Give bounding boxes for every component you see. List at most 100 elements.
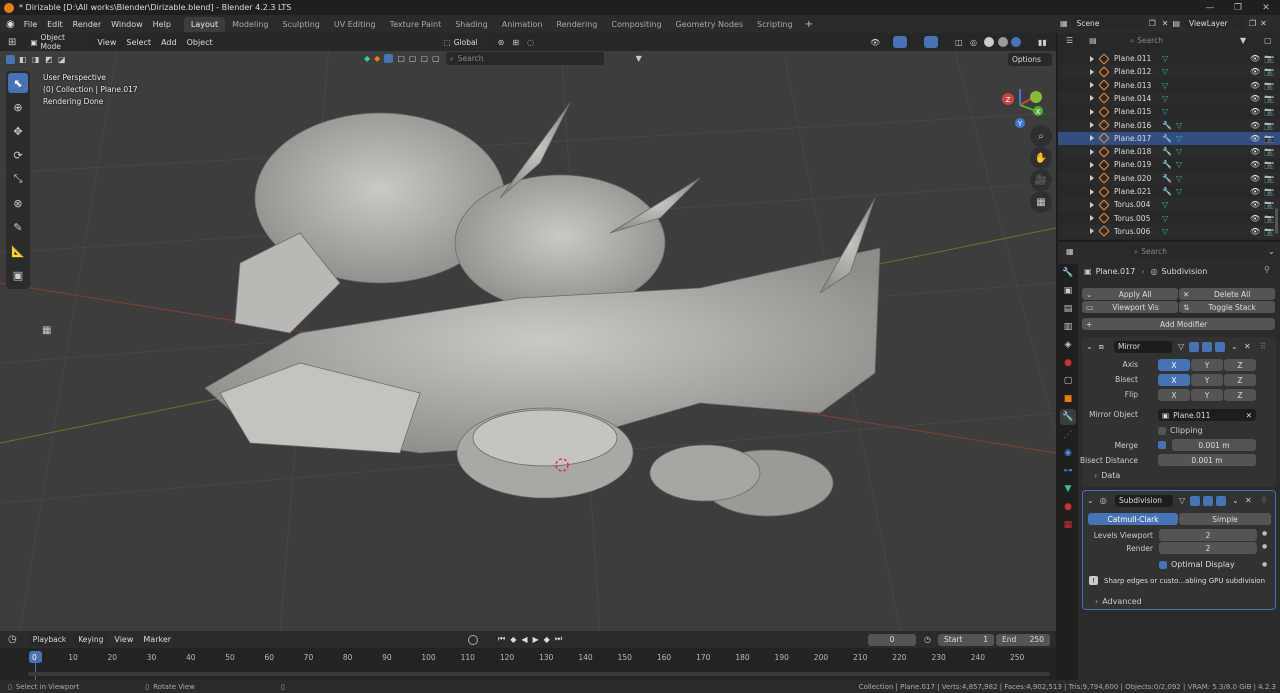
select-invert-icon[interactable]: ◩: [45, 55, 53, 64]
timeline-scrollbar[interactable]: [28, 672, 1050, 676]
tab-layout[interactable]: Layout: [183, 16, 226, 32]
flip-y-toggle[interactable]: Y: [1191, 389, 1223, 401]
visibility-eye-icon[interactable]: 👁: [1250, 134, 1260, 143]
menu-view[interactable]: View: [92, 38, 121, 47]
select-subtract-icon[interactable]: ◨: [32, 55, 40, 64]
outliner-row[interactable]: Torus.005 ▽ 👁 📷: [1058, 212, 1280, 225]
visibility-eye-icon[interactable]: 👁: [1250, 174, 1260, 183]
mesh-data-icon[interactable]: ▽: [1162, 200, 1168, 209]
tool-settings-icon[interactable]: ▦: [42, 325, 51, 336]
mirror-object-clear-icon[interactable]: ✕: [1246, 411, 1252, 420]
merge-check-icon[interactable]: [1158, 441, 1166, 449]
merge-distance-field[interactable]: 0.001 m: [1172, 439, 1256, 451]
mesh-data-icon[interactable]: ▽: [1162, 107, 1168, 116]
material-tab-icon[interactable]: ●: [1060, 499, 1076, 515]
bisect-z-toggle[interactable]: Z: [1224, 374, 1256, 386]
filter-icon-b[interactable]: ▢: [409, 54, 417, 63]
outliner-row[interactable]: Plane.011 ▽ 👁 📷: [1058, 52, 1280, 65]
modifier-wrench-icon[interactable]: 🔧: [1162, 187, 1172, 196]
render-camera-icon[interactable]: 📷: [1264, 227, 1274, 236]
timeline-menu-marker[interactable]: Marker: [138, 635, 176, 644]
tool-tab-icon[interactable]: 🔧: [1060, 265, 1076, 281]
render-camera-icon[interactable]: 📷: [1264, 94, 1274, 103]
advanced-subpanel-header[interactable]: › Advanced: [1095, 597, 1142, 606]
pan-view-icon[interactable]: ✋: [1030, 147, 1052, 169]
mesh-data-icon[interactable]: ▽: [1176, 147, 1182, 156]
jump-end-icon[interactable]: ⏭: [555, 634, 562, 644]
subdivision-collapse-icon[interactable]: ⌄: [1087, 496, 1094, 505]
expand-arrow-icon[interactable]: [1090, 122, 1094, 128]
mesh-data-icon[interactable]: ▽: [1162, 81, 1168, 90]
outliner-row[interactable]: Plane.017 🔧 ▽ 👁 📷: [1058, 131, 1280, 145]
outliner-row[interactable]: Torus.006 ▽ 👁 📷: [1058, 224, 1280, 238]
clipping-checkbox[interactable]: Clipping: [1158, 426, 1203, 435]
render-camera-icon[interactable]: 📷: [1264, 200, 1274, 209]
subdivision-render-icon[interactable]: [1216, 495, 1226, 506]
properties-editor-type-icon[interactable]: ▦: [1066, 247, 1074, 256]
flip-z-toggle[interactable]: Z: [1224, 389, 1256, 401]
filter-funnel-icon[interactable]: ▼: [636, 54, 642, 63]
pivot-icon[interactable]: ⊛: [498, 38, 505, 47]
visibility-eye-icon[interactable]: 👁: [1250, 160, 1260, 169]
filter-select-icon[interactable]: [384, 54, 394, 63]
modifier-wrench-icon[interactable]: 🔧: [1162, 121, 1172, 130]
render-camera-icon[interactable]: 📷: [1264, 54, 1274, 63]
data-subpanel-header[interactable]: › Data: [1094, 471, 1120, 480]
clipping-check-icon[interactable]: [1158, 426, 1166, 435]
visibility-eye-icon[interactable]: 👁: [1250, 200, 1260, 209]
mesh-data-icon[interactable]: ▽: [1162, 227, 1168, 236]
physics-tab-icon[interactable]: ◉: [1060, 445, 1076, 461]
subdivision-remove-icon[interactable]: ✕: [1245, 496, 1252, 505]
outliner-search-input[interactable]: ⌕ Search: [1126, 34, 1202, 47]
render-camera-icon[interactable]: 📷: [1264, 214, 1274, 223]
select-tool-icon[interactable]: ⬉: [8, 73, 28, 93]
delete-all-button[interactable]: ✕ Delete All: [1179, 288, 1275, 300]
transform-tool-icon[interactable]: ⊗: [8, 193, 28, 213]
scene-tab-icon[interactable]: ◈: [1060, 337, 1076, 353]
render-camera-icon[interactable]: 📷: [1264, 160, 1274, 169]
menu-add[interactable]: Add: [156, 38, 182, 47]
mirror-editmode-icon[interactable]: ▽: [1178, 342, 1184, 351]
shading-material-icon[interactable]: [998, 37, 1008, 47]
mirror-dropdown-icon[interactable]: ⌄: [1231, 342, 1238, 351]
jump-start-icon[interactable]: ⏮: [498, 634, 505, 644]
outliner-filter-icon[interactable]: ▼: [1240, 36, 1246, 45]
timeline-menu-view[interactable]: View: [109, 635, 138, 644]
mirror-render-icon[interactable]: [1215, 341, 1225, 352]
delete-scene-icon[interactable]: ✕: [1162, 19, 1169, 28]
overlay-toggle-icon[interactable]: [924, 36, 938, 48]
optimal-display-checkbox[interactable]: Optimal Display: [1159, 560, 1235, 569]
zoom-view-icon[interactable]: ⌕: [1030, 125, 1052, 147]
auto-keying-icon[interactable]: [468, 634, 478, 645]
outliner-row[interactable]: Torus.004 ▽ 👁 📷: [1058, 198, 1280, 212]
new-scene-icon[interactable]: ❐: [1149, 19, 1156, 28]
bisect-x-toggle[interactable]: X: [1158, 374, 1190, 386]
visibility-eye-icon[interactable]: 👁: [1250, 54, 1260, 63]
render-camera-icon[interactable]: 📷: [1264, 81, 1274, 90]
expand-arrow-icon[interactable]: [1090, 188, 1094, 195]
properties-options-icon[interactable]: ⌄: [1268, 247, 1275, 256]
outliner-row[interactable]: Plane.019 🔧 ▽ 👁 📷: [1058, 158, 1280, 171]
catmull-clark-button[interactable]: Catmull-Clark: [1088, 513, 1178, 525]
viewport-search-input[interactable]: ⌕ Search: [445, 52, 604, 65]
tab-geometry-nodes[interactable]: Geometry Nodes: [669, 17, 750, 32]
modifier-wrench-icon[interactable]: 🔧: [1162, 134, 1172, 143]
outliner-row[interactable]: Plane.012 ▽ 👁 📷: [1058, 65, 1280, 79]
filter-object-icon[interactable]: ◆: [374, 54, 380, 63]
filter-icon-d[interactable]: ▢: [432, 54, 440, 63]
visibility-icon[interactable]: 👁: [870, 38, 880, 47]
modifier-wrench-icon[interactable]: 🔧: [1162, 160, 1172, 169]
tab-shading[interactable]: Shading: [448, 17, 495, 32]
outliner-row[interactable]: Plane.014 ▽ 👁 📷: [1058, 91, 1280, 105]
select-box-icon[interactable]: [6, 54, 15, 64]
modifier-wrench-icon[interactable]: 🔧: [1162, 174, 1172, 183]
render-camera-icon[interactable]: 📷: [1264, 67, 1274, 76]
visibility-eye-icon[interactable]: 👁: [1250, 214, 1260, 223]
bisect-distance-field[interactable]: 0.001 m: [1158, 454, 1256, 466]
snap-icon[interactable]: ⊞: [512, 38, 519, 47]
mirror-name-field[interactable]: Mirror: [1114, 340, 1172, 353]
outliner-row[interactable]: Plane.015 ▽ 👁 📷: [1058, 105, 1280, 118]
view-layer-selector[interactable]: ViewLayer: [1185, 17, 1245, 30]
mirror-collapse-icon[interactable]: ⌄: [1086, 342, 1093, 351]
mesh-data-icon[interactable]: ▽: [1176, 134, 1182, 143]
